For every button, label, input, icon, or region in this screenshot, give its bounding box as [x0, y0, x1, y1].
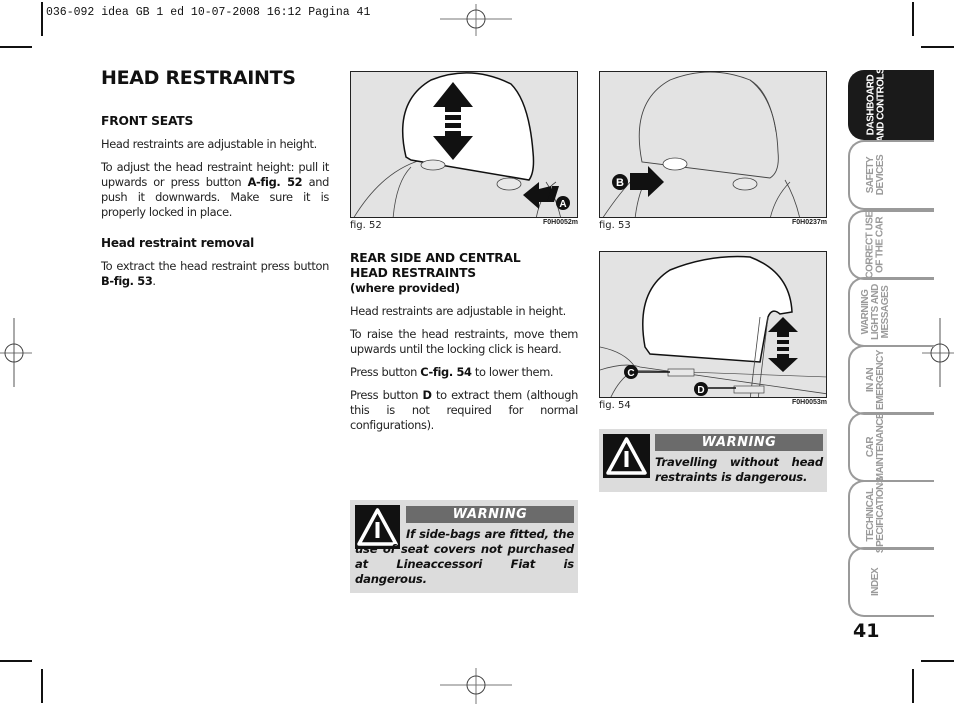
- down-arrow-icon: [768, 354, 798, 372]
- registration-mark: [440, 668, 512, 704]
- figure-reference: C-fig. 54: [420, 365, 472, 379]
- warning-title: WARNING: [406, 506, 574, 523]
- paragraph: To extract the head restraint press butt…: [101, 259, 329, 289]
- tab-label: SAFETY DEVICES: [865, 154, 886, 196]
- figure-caption: fig. 54: [599, 400, 631, 411]
- tab-technical-specifications[interactable]: TECHNICAL SPECIFICATIONS: [846, 476, 934, 554]
- middle-column: REAR SIDE AND CENTRAL HEAD RESTRAINTS (w…: [350, 251, 578, 441]
- figure-caption: fig. 53: [599, 220, 631, 231]
- text: Press button: [350, 365, 421, 379]
- tab-car-maintenance[interactable]: CAR MAINTENANCE: [846, 412, 934, 482]
- crop-mark: [921, 46, 954, 48]
- figure-53: B: [599, 71, 827, 218]
- figure-code: F0H0237m: [792, 219, 828, 226]
- paragraph: Head restraints are adjustable in height…: [101, 137, 317, 151]
- rear-heading: REAR SIDE AND CENTRAL HEAD RESTRAINTS (w…: [350, 251, 578, 296]
- callout-d: D: [697, 385, 704, 396]
- tab-index[interactable]: INDEX: [846, 547, 934, 617]
- callout-b: B: [616, 177, 624, 189]
- tab-label: WARNING LIGHTS AND MESSAGES: [860, 284, 891, 340]
- tab-correct-use-of-the-car[interactable]: CORRECT USE OF THE CAR: [846, 210, 934, 280]
- crop-mark: [912, 2, 914, 36]
- tab-label: INDEX: [870, 567, 881, 597]
- text: .: [152, 274, 156, 288]
- crop-mark: [912, 669, 914, 703]
- figure-caption: fig. 52: [350, 220, 382, 231]
- page-title: HEAD RESTRAINTS: [101, 67, 296, 89]
- figure-reference: B-fig. 53: [101, 274, 153, 288]
- warning-triangle-icon: [603, 434, 650, 478]
- figure-code: F0H0053m: [792, 399, 828, 406]
- warning-text: If side-bags are fitted, the use of seat…: [355, 527, 574, 586]
- text: to lower them.: [471, 365, 554, 379]
- figure-code: F0H0052m: [543, 219, 579, 226]
- crop-mark: [921, 660, 954, 662]
- figure-52: A: [350, 71, 578, 218]
- front-seats-heading: FRONT SEATS: [101, 114, 194, 128]
- text: To extract the head restraint press butt…: [101, 259, 329, 273]
- print-slug: 036-092 idea GB 1 ed 10-07-2008 16:12 Pa…: [46, 6, 371, 19]
- crop-mark: [41, 2, 43, 36]
- crop-mark: [41, 669, 43, 703]
- tab-label: CAR MAINTENANCE: [865, 412, 887, 482]
- head-restraint-illustration: B: [602, 72, 800, 217]
- registration-mark: [440, 4, 512, 36]
- paragraph: To adjust the head restraint height: pul…: [101, 160, 329, 220]
- heading-line: HEAD RESTRAINTS: [350, 266, 476, 280]
- tab-warning-lights-and-messages[interactable]: WARNING LIGHTS AND MESSAGES: [846, 277, 934, 347]
- figure-54: C D: [599, 251, 827, 398]
- tab-in-an-emergency[interactable]: IN AN EMERGENCY: [846, 345, 934, 415]
- tab-label: DASHBOARD AND CONTROLS: [865, 67, 886, 143]
- heading-subtitle: (where provided): [350, 281, 460, 295]
- removal-heading: Head restraint removal: [101, 236, 255, 250]
- paragraph: Press button C-fig. 54 to lower them.: [350, 365, 578, 380]
- paragraph: To raise the head restraints, move them …: [350, 327, 578, 356]
- head-restraint-illustration: C D: [600, 255, 826, 397]
- tab-label: TECHNICAL SPECIFICATIONS: [865, 476, 886, 554]
- warning-box: WARNING If side-bags are fitted, the use…: [350, 500, 578, 593]
- warning-box: WARNING Travelling without head restrain…: [599, 429, 827, 492]
- callout-c: C: [627, 368, 634, 379]
- warning-title: WARNING: [655, 434, 823, 451]
- tab-label: IN AN EMERGENCY: [865, 350, 887, 410]
- paragraph: Press button D to extract them (although…: [350, 388, 578, 433]
- head-restraint-illustration: A: [353, 72, 570, 217]
- left-arrow-icon: [523, 182, 551, 209]
- crop-mark: [0, 660, 32, 662]
- callout-a: A: [559, 199, 566, 210]
- crop-mark: [0, 46, 32, 48]
- registration-mark: [0, 318, 32, 387]
- paragraph: Head restraints are adjustable in height…: [350, 304, 566, 318]
- warning-text: Travelling without head restraints is da…: [655, 455, 823, 484]
- tab-label: CORRECT USE OF THE CAR: [865, 211, 887, 279]
- heading-line: REAR SIDE AND CENTRAL: [350, 251, 521, 265]
- text: Press button: [350, 388, 423, 402]
- tab-dashboard-and-controls[interactable]: DASHBOARD AND CONTROLS: [846, 67, 934, 143]
- tab-safety-devices[interactable]: SAFETY DEVICES: [846, 140, 934, 210]
- figure-reference: A-fig. 52: [247, 175, 303, 189]
- page-number: 41: [853, 620, 880, 642]
- button-reference: D: [422, 388, 432, 402]
- left-column: FRONT SEATS Head restraints are adjustab…: [101, 114, 329, 297]
- up-arrow-icon: [768, 317, 798, 337]
- right-arrow-icon: [630, 166, 664, 197]
